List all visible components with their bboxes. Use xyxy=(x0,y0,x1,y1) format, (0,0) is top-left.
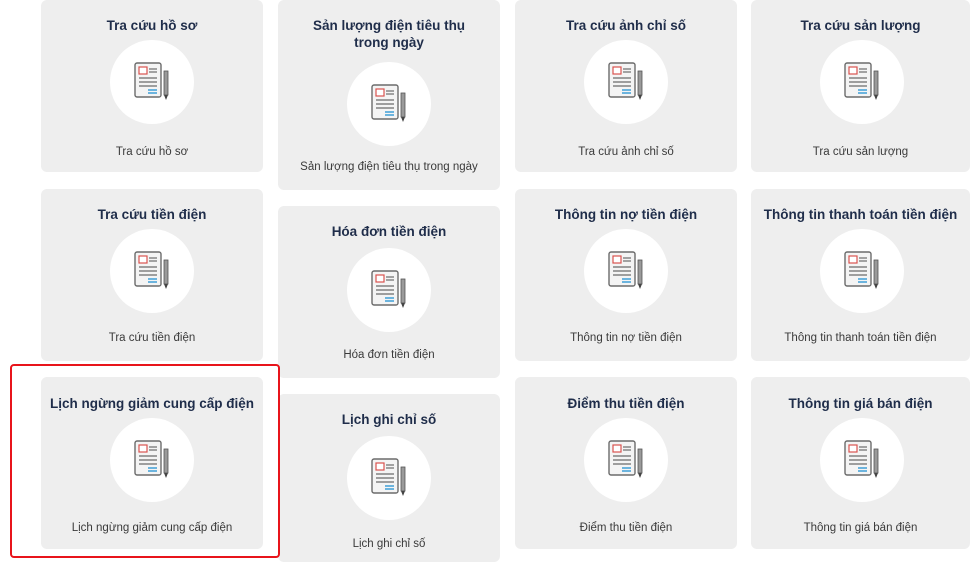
card-title: Hóa đơn tiền điện xyxy=(331,224,447,239)
icon-circle xyxy=(820,40,904,124)
card-subtitle: Thông tin thanh toán tiền điện xyxy=(784,332,937,344)
card-title: Thông tin nợ tiền điện xyxy=(554,207,698,222)
document-pencil-icon xyxy=(608,251,643,290)
card-thong-tin-thanh-toan-tien-dien[interactable]: Thông tin thanh toán tiền điện Thông tin… xyxy=(751,189,970,361)
card-subtitle: Lịch ghi chỉ số xyxy=(352,538,426,550)
icon-circle xyxy=(820,418,904,502)
document-pencil-icon xyxy=(371,458,406,497)
card-subtitle: Hóa đơn tiền điện xyxy=(343,349,435,361)
icon-circle xyxy=(584,40,668,124)
document-pencil-icon xyxy=(371,84,406,123)
card-tra-cuu-anh-chi-so[interactable]: Tra cứu ảnh chỉ số Tra cứu ảnh chỉ số xyxy=(515,0,737,172)
card-title: Lịch ngừng giảm cung cấp điện xyxy=(49,396,255,411)
card-title: Tra cứu ảnh chỉ số xyxy=(565,18,687,33)
card-title: Sản lượng điện tiêu thụ trong ngày xyxy=(312,18,466,50)
icon-circle xyxy=(347,436,431,520)
card-subtitle: Thông tin nợ tiền điện xyxy=(570,332,682,344)
card-subtitle: Điểm thu tiền điện xyxy=(579,522,673,534)
card-title: Thông tin giá bán điện xyxy=(788,396,933,411)
card-san-luong-dien-tieu-thu[interactable]: Sản lượng điện tiêu thụ trong ngày Sản l… xyxy=(278,0,500,190)
document-pencil-icon xyxy=(371,270,406,309)
card-subtitle: Tra cứu sản lượng xyxy=(812,146,909,158)
document-pencil-icon xyxy=(844,251,879,290)
card-subtitle: Sản lượng điện tiêu thụ trong ngày xyxy=(300,161,478,173)
card-title: Tra cứu sản lượng xyxy=(800,18,921,33)
document-pencil-icon xyxy=(844,62,879,101)
card-title: Tra cứu tiền điện xyxy=(97,207,207,222)
icon-circle xyxy=(820,229,904,313)
card-tra-cuu-san-luong[interactable]: Tra cứu sản lượng Tra cứu sản lượng xyxy=(751,0,970,172)
card-title: Điểm thu tiền điện xyxy=(567,396,685,411)
card-subtitle: Tra cứu ảnh chỉ số xyxy=(578,146,674,158)
card-tra-cuu-ho-so[interactable]: Tra cứu hồ sơ Tra cứu hồ sơ xyxy=(41,0,263,172)
card-hoa-don-tien-dien[interactable]: Hóa đơn tiền điện Hóa đơn tiền điện xyxy=(278,206,500,378)
icon-circle xyxy=(110,418,194,502)
document-pencil-icon xyxy=(608,440,643,479)
icon-circle xyxy=(110,40,194,124)
document-pencil-icon xyxy=(134,251,169,290)
card-subtitle: Tra cứu tiền điện xyxy=(108,332,196,344)
document-pencil-icon xyxy=(844,440,879,479)
icon-circle xyxy=(584,229,668,313)
card-thong-tin-gia-ban-dien[interactable]: Thông tin giá bán điện Thông tin giá bán… xyxy=(751,377,970,549)
document-pencil-icon xyxy=(134,62,169,101)
card-thong-tin-no-tien-dien[interactable]: Thông tin nợ tiền điện Thông tin nợ tiền… xyxy=(515,189,737,361)
card-title: Thông tin thanh toán tiền điện xyxy=(763,207,958,222)
card-subtitle: Lịch ngừng giảm cung cấp điện xyxy=(71,522,233,534)
icon-circle xyxy=(110,229,194,313)
card-title: Tra cứu hồ sơ xyxy=(106,18,198,33)
card-lich-ghi-chi-so[interactable]: Lịch ghi chỉ số Lịch ghi chỉ số xyxy=(278,394,500,562)
icon-circle xyxy=(347,248,431,332)
card-lich-ngung-giam-cung-cap-dien[interactable]: Lịch ngừng giảm cung cấp điện Lịch ngừng… xyxy=(41,377,263,549)
card-subtitle: Tra cứu hồ sơ xyxy=(115,146,189,158)
document-pencil-icon xyxy=(608,62,643,101)
document-pencil-icon xyxy=(134,440,169,479)
card-subtitle: Thông tin giá bán điện xyxy=(803,522,918,534)
icon-circle xyxy=(347,62,431,146)
icon-circle xyxy=(584,418,668,502)
card-diem-thu-tien-dien[interactable]: Điểm thu tiền điện Điểm thu tiền điện xyxy=(515,377,737,549)
card-title: Lịch ghi chỉ số xyxy=(341,412,437,427)
card-tra-cuu-tien-dien[interactable]: Tra cứu tiền điện Tra cứu tiền điện xyxy=(41,189,263,361)
